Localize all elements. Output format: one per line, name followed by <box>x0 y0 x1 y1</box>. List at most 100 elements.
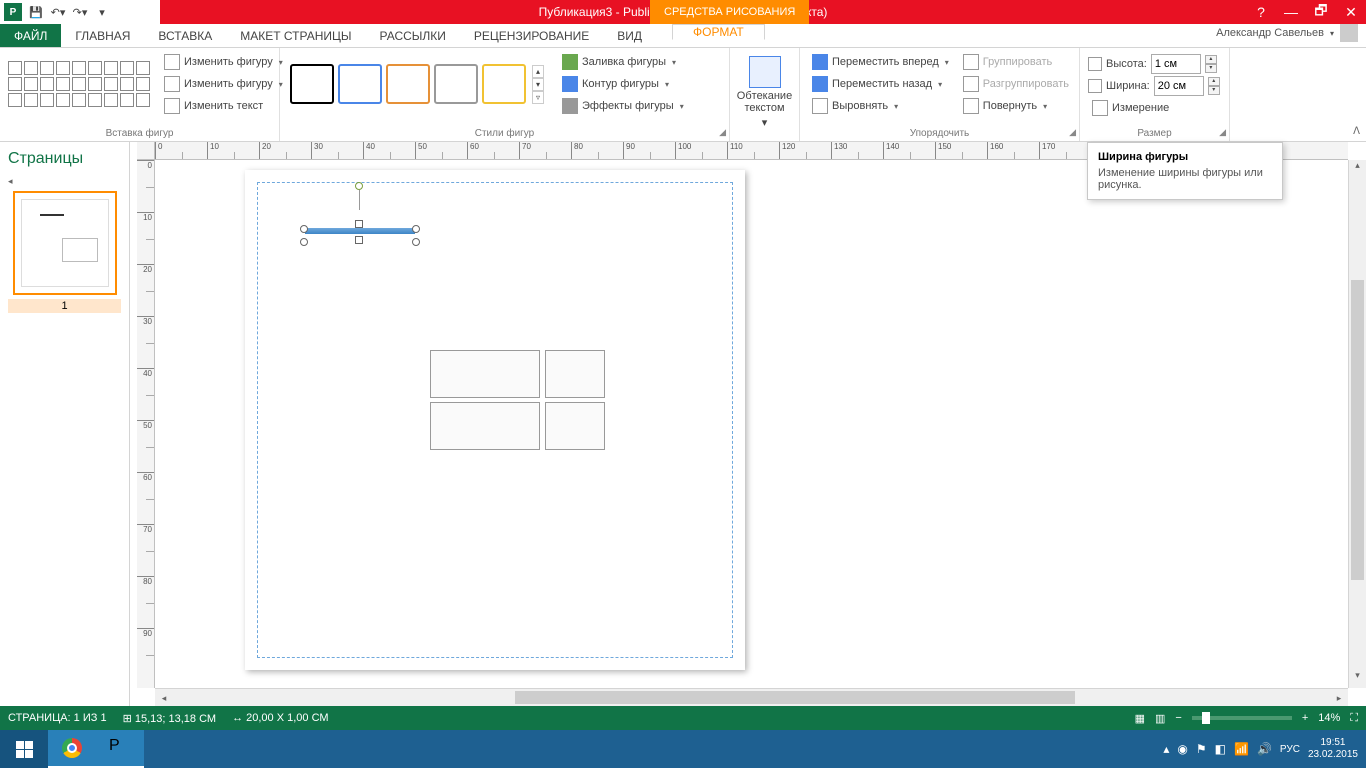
system-tray: ▴ ◉ ⚑ ◧ 📶 🔊 РУС 19:51 23.02.2015 <box>1163 737 1366 761</box>
tab-page-layout[interactable]: МАКЕТ СТРАНИЦЫ <box>226 24 365 47</box>
scroll-thumb[interactable] <box>515 691 1075 704</box>
resize-handle[interactable] <box>412 225 420 233</box>
group-shape-styles: ▴ ▾ ▿ Заливка фигуры▾ Контур фигуры▾ Эфф… <box>280 48 730 141</box>
clock[interactable]: 19:51 23.02.2015 <box>1308 737 1358 761</box>
bring-forward-button[interactable]: Переместить вперед▾ <box>808 52 953 72</box>
tab-home[interactable]: ГЛАВНАЯ <box>61 24 144 47</box>
tray-app-icon[interactable]: ◉ <box>1177 742 1187 756</box>
resize-handle[interactable] <box>412 238 420 246</box>
scroll-down-icon[interactable]: ▾ <box>1349 670 1366 688</box>
scroll-thumb[interactable] <box>1351 280 1364 580</box>
dialog-launcher-icon[interactable]: ◢ <box>1219 127 1226 138</box>
zoom-slider[interactable] <box>1192 716 1292 720</box>
taskbar-chrome[interactable] <box>48 730 96 768</box>
resize-handle[interactable] <box>300 225 308 233</box>
change-shape-button[interactable]: Изменить фигуру▾ <box>160 74 287 94</box>
view-two-page-icon[interactable]: ▥ <box>1155 712 1165 725</box>
network-icon[interactable]: 📶 <box>1234 742 1249 756</box>
group-label: Размер <box>1088 128 1221 139</box>
shape-fill-button[interactable]: Заливка фигуры▾ <box>558 52 688 72</box>
group-insert-shapes: Изменить фигуру▾ Изменить фигуру▾ Измени… <box>0 48 280 141</box>
collapse-pages-icon[interactable]: ◂ <box>8 176 121 187</box>
rotate-button[interactable]: Повернуть▾ <box>959 96 1073 116</box>
ribbon-tabs: ФАЙЛ ГЛАВНАЯ ВСТАВКА МАКЕТ СТРАНИЦЫ РАСС… <box>0 24 1366 48</box>
qat-customize-icon[interactable]: ▾ <box>94 4 110 20</box>
wrap-text-button[interactable]: Обтекание текстом ▾ <box>738 52 791 133</box>
gallery-down-icon[interactable]: ▾ <box>532 78 544 91</box>
scroll-left-icon[interactable]: ◂ <box>155 689 173 706</box>
gallery-more-icon[interactable]: ▿ <box>532 91 544 104</box>
scroll-up-icon[interactable]: ▴ <box>1349 160 1366 178</box>
undo-icon[interactable]: ↶▾ <box>50 4 66 20</box>
ribbon: Изменить фигуру▾ Изменить фигуру▾ Измени… <box>0 48 1366 142</box>
start-button[interactable] <box>0 730 48 768</box>
tab-mailings[interactable]: РАССЫЛКИ <box>366 24 460 47</box>
chrome-icon <box>62 738 82 758</box>
canvas-area[interactable] <box>155 160 1348 688</box>
edit-text-button[interactable]: Изменить текст <box>160 96 287 116</box>
shapes-gallery[interactable] <box>8 61 150 107</box>
user-name: Александр Савельев <box>1216 27 1324 39</box>
measurement-button[interactable]: Измерение <box>1088 98 1221 118</box>
minimize-icon[interactable]: — <box>1280 4 1302 20</box>
align-button[interactable]: Выровнять▾ <box>808 96 953 116</box>
taskbar: P ▴ ◉ ⚑ ◧ 📶 🔊 РУС 19:51 23.02.2015 <box>0 730 1366 768</box>
language-indicator[interactable]: РУС <box>1280 744 1300 755</box>
selected-shape[interactable] <box>305 210 415 240</box>
page-thumbnail[interactable] <box>13 191 117 295</box>
vertical-ruler[interactable]: 0102030405060708090 <box>137 160 155 688</box>
action-center-icon[interactable]: ⚑ <box>1196 742 1207 756</box>
tab-insert[interactable]: ВСТАВКА <box>144 24 226 47</box>
tab-format[interactable]: ФОРМАТ <box>672 24 765 40</box>
vertical-scrollbar[interactable]: ▴ ▾ <box>1348 160 1366 688</box>
resize-handle[interactable] <box>355 236 363 244</box>
status-page[interactable]: СТРАНИЦА: 1 ИЗ 1 <box>8 712 107 724</box>
restore-icon[interactable]: 🗗 <box>1310 0 1332 24</box>
scroll-right-icon[interactable]: ▸ <box>1330 689 1348 706</box>
save-icon[interactable]: 💾 <box>28 4 44 20</box>
tab-file[interactable]: ФАЙЛ <box>0 24 61 47</box>
group-arrange: Переместить вперед▾ Переместить назад▾ В… <box>800 48 1080 141</box>
height-spinner[interactable]: ▴▾ <box>1205 55 1217 73</box>
height-icon <box>1088 57 1102 71</box>
zoom-out-icon[interactable]: − <box>1175 712 1181 724</box>
gallery-up-icon[interactable]: ▴ <box>532 65 544 78</box>
shape-outline-button[interactable]: Контур фигуры▾ <box>558 74 688 94</box>
width-input[interactable] <box>1154 76 1204 96</box>
collapse-ribbon-icon[interactable]: ᐱ <box>1353 126 1360 137</box>
dialog-launcher-icon[interactable]: ◢ <box>1069 127 1076 138</box>
resize-handle[interactable] <box>300 238 308 246</box>
shape-styles-gallery[interactable]: ▴ ▾ ▿ <box>288 62 544 106</box>
volume-icon[interactable]: 🔊 <box>1257 742 1272 756</box>
publisher-icon: P <box>4 3 22 21</box>
taskbar-publisher[interactable]: P <box>96 730 144 768</box>
height-input[interactable] <box>1151 54 1201 74</box>
help-icon[interactable]: ? <box>1250 4 1272 20</box>
send-backward-button[interactable]: Переместить назад▾ <box>808 74 953 94</box>
horizontal-scrollbar[interactable]: ◂ ▸ <box>155 688 1348 706</box>
resize-handle[interactable] <box>355 220 363 228</box>
group-label: Вставка фигур <box>8 128 271 139</box>
avatar-icon <box>1340 24 1358 42</box>
tab-review[interactable]: РЕЦЕНЗИРОВАНИЕ <box>460 24 603 47</box>
page[interactable] <box>245 170 745 670</box>
dialog-launcher-icon[interactable]: ◢ <box>719 127 726 138</box>
edit-shape-button[interactable]: Изменить фигуру▾ <box>160 52 287 72</box>
rotate-handle[interactable] <box>355 182 363 190</box>
fit-page-icon[interactable]: ⛶ <box>1350 712 1358 725</box>
zoom-in-icon[interactable]: + <box>1302 712 1308 724</box>
shape-effects-button[interactable]: Эффекты фигуры▾ <box>558 96 688 116</box>
zoom-level[interactable]: 14% <box>1318 712 1340 724</box>
tray-up-icon[interactable]: ▴ <box>1163 742 1169 756</box>
close-icon[interactable]: ✕ <box>1340 4 1362 21</box>
group-label: Упорядочить <box>808 128 1071 139</box>
width-spinner[interactable]: ▴▾ <box>1208 77 1220 95</box>
car-image[interactable] <box>430 350 610 460</box>
view-single-icon[interactable]: ▦ <box>1135 712 1145 725</box>
tab-view[interactable]: ВИД <box>603 24 656 47</box>
ruler-corner <box>137 142 155 160</box>
redo-icon[interactable]: ↷▾ <box>72 4 88 20</box>
height-label: Высота: <box>1106 58 1147 70</box>
user-account[interactable]: Александр Савельев ▾ <box>1216 24 1358 42</box>
tray-app-icon[interactable]: ◧ <box>1215 742 1226 756</box>
